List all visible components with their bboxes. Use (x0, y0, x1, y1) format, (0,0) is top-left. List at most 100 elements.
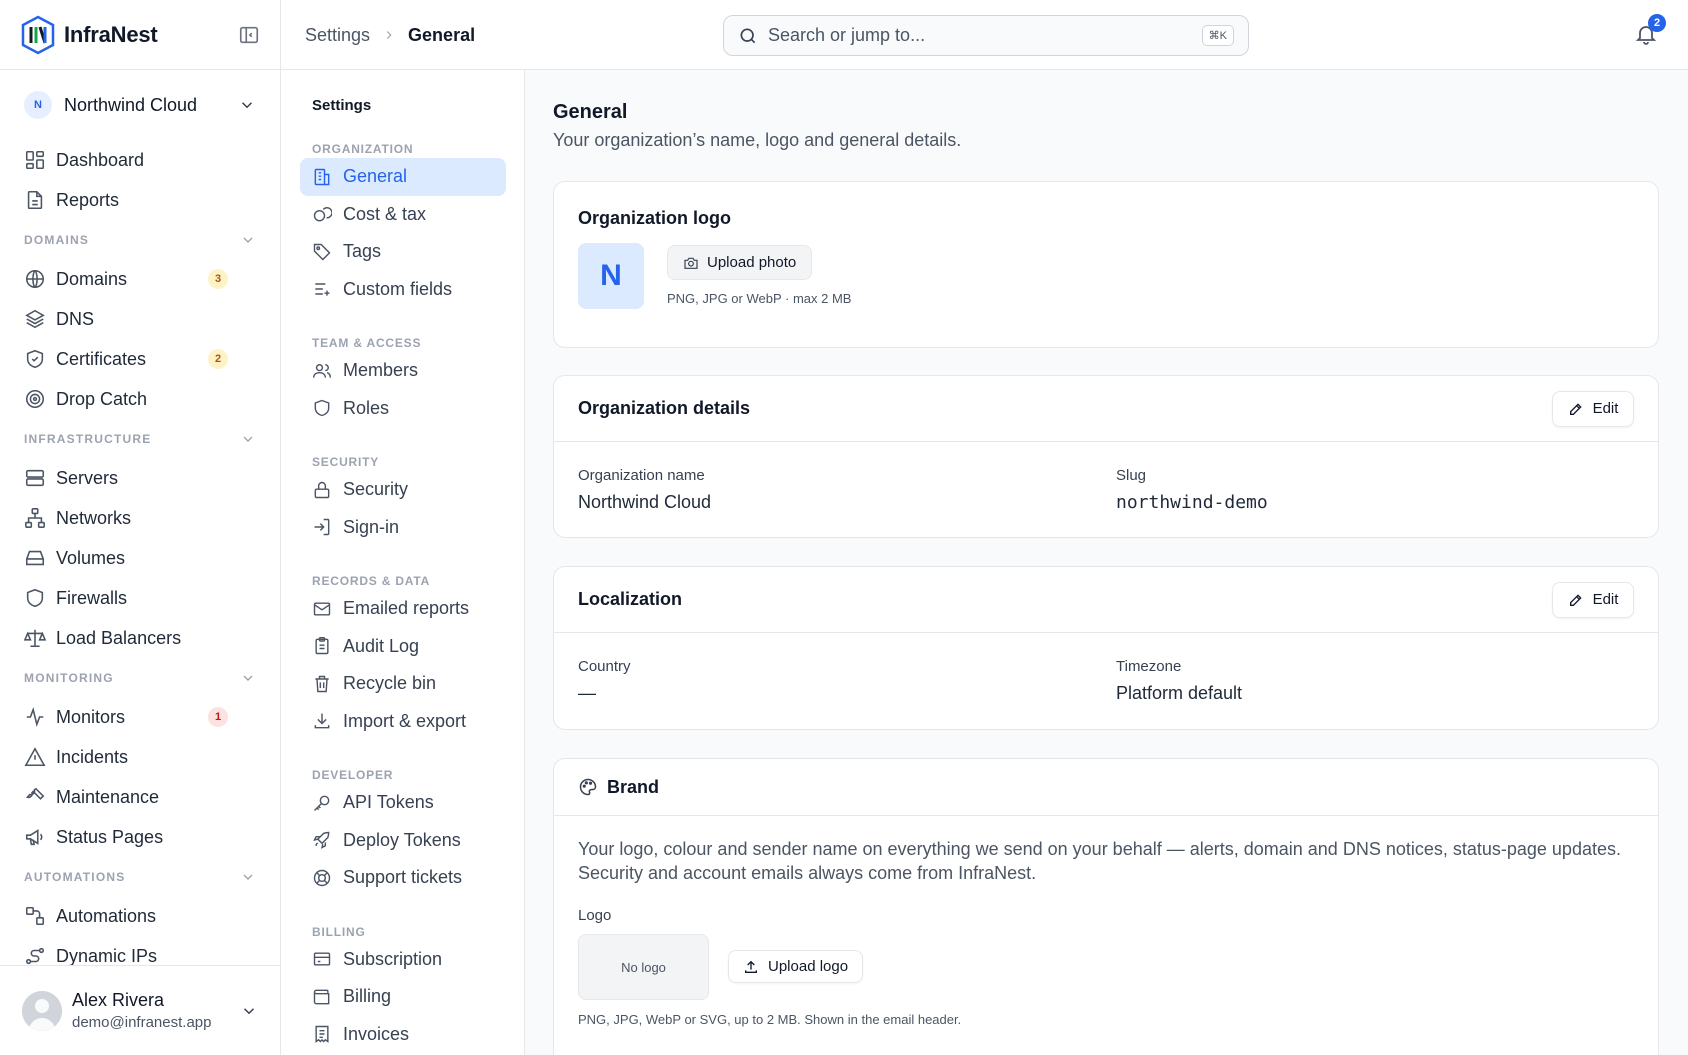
breadcrumb-settings[interactable]: Settings (305, 25, 370, 46)
key-icon (313, 795, 330, 811)
sidebar-item-firewalls[interactable]: Firewalls (0, 578, 280, 618)
credit-card-icon (313, 952, 331, 966)
shield-check-icon (26, 349, 44, 369)
activity-icon (26, 707, 44, 727)
org-switcher[interactable]: N Northwind Cloud (0, 70, 280, 140)
settings-section-label: ORGANIZATION (312, 142, 414, 156)
sidebar-item-label: Maintenance (56, 786, 160, 807)
settings-item-emailed-reports[interactable]: Emailed reports (300, 590, 506, 628)
sidebar-item-status-pages[interactable]: Status Pages (0, 817, 280, 857)
card-title: Brand (607, 776, 660, 797)
notification-badge: 2 (1648, 14, 1666, 32)
organization-details-card: Organization details Edit Organization n… (553, 375, 1659, 538)
section-infrastructure[interactable]: INFRASTRUCTURE (0, 419, 280, 458)
edit-details-button[interactable]: Edit (1552, 390, 1634, 427)
settings-item-support-tickets[interactable]: Support tickets (300, 859, 506, 897)
chevron-right-icon (386, 31, 392, 39)
search-placeholder: Search or jump to... (768, 25, 926, 45)
section-monitoring[interactable]: MONITORING (0, 658, 280, 697)
upload-photo-button[interactable]: Upload photo (667, 245, 813, 280)
field-value: Platform default (1116, 683, 1243, 703)
page-subtitle: Your organization’s name, logo and gener… (553, 130, 962, 150)
settings-item-label: Subscription (343, 948, 443, 969)
sidebar-item-dashboard[interactable]: Dashboard (0, 140, 280, 180)
upload-logo-button[interactable]: Upload logo (728, 950, 864, 983)
settings-item-sign-in[interactable]: Sign-in (300, 509, 506, 547)
lifebuoy-icon (313, 869, 331, 886)
chevron-down-icon (243, 237, 253, 243)
settings-item-deploy-tokens[interactable]: Deploy Tokens (300, 822, 506, 860)
search-input[interactable]: Search or jump to... ⌘K (723, 15, 1249, 56)
settings-item-general[interactable]: General (300, 158, 506, 196)
sidebar-item-domains[interactable]: Domains 3 (0, 259, 280, 299)
chevron-down-icon (243, 874, 253, 880)
count-badge: 1 (208, 707, 228, 727)
sidebar-item-automations[interactable]: Automations (0, 896, 280, 936)
sidebar-item-label: Dynamic IPs (56, 945, 158, 966)
breadcrumb-current: General (408, 24, 476, 45)
sidebar-item-maintenance[interactable]: Maintenance (0, 777, 280, 817)
card-title: Organization logo (578, 208, 731, 228)
sidebar-item-label: Certificates (56, 348, 147, 369)
slug-field: Slug northwind-demo (1116, 467, 1268, 513)
sidebar-item-dns[interactable]: DNS (0, 299, 280, 339)
count-badge: 2 (208, 349, 228, 369)
target-icon (25, 389, 45, 409)
sidebar-item-volumes[interactable]: Volumes (0, 538, 280, 578)
edit-label: Edit (1592, 591, 1619, 608)
settings-item-members[interactable]: Members (300, 352, 506, 390)
sidebar-item-incidents[interactable]: Incidents (0, 737, 280, 777)
section-label: INFRASTRUCTURE (24, 431, 152, 446)
sidebar-item-certificates[interactable]: Certificates 2 (0, 339, 280, 379)
card-title: Organization details (578, 398, 751, 418)
sidebar-item-label: Automations (56, 905, 157, 926)
settings-item-custom-fields[interactable]: Custom fields (300, 271, 506, 309)
tag-icon (313, 243, 331, 261)
user-menu[interactable]: Alex Rivera demo@infranest.app (0, 965, 280, 1055)
edit-localization-button[interactable]: Edit (1552, 581, 1634, 618)
search-shortcut: ⌘K (1201, 25, 1234, 46)
download-icon (314, 713, 330, 729)
collapse-sidebar-icon[interactable] (238, 24, 260, 46)
page-title: General (553, 101, 628, 123)
sidebar-nav: Dashboard Reports DOMAINS Domains 3 DNS … (0, 140, 280, 976)
sidebar-item-servers[interactable]: Servers (0, 458, 280, 498)
shield-icon (26, 588, 44, 608)
users-icon (312, 363, 332, 378)
settings-item-billing[interactable]: Billing (300, 978, 506, 1016)
settings-item-recycle-bin[interactable]: Recycle bin (300, 665, 506, 703)
section-domains[interactable]: DOMAINS (0, 220, 280, 259)
sidebar-item-drop-catch[interactable]: Drop Catch (0, 379, 280, 419)
settings-item-tags[interactable]: Tags (300, 233, 506, 271)
receipt-icon (315, 1026, 329, 1044)
settings-item-label: Tags (343, 241, 382, 262)
sidebar-item-load-balancers[interactable]: Load Balancers (0, 618, 280, 658)
sidebar-item-label: Volumes (56, 547, 126, 568)
settings-item-api-tokens[interactable]: API Tokens (300, 784, 506, 822)
warning-icon (24, 747, 46, 767)
settings-item-import-export[interactable]: Import & export (300, 703, 506, 741)
building-icon (314, 168, 330, 185)
settings-item-roles[interactable]: Roles (300, 390, 506, 428)
settings-item-label: Support tickets (343, 867, 463, 888)
logo-hint: PNG, JPG or WebP · max 2 MB (667, 291, 852, 306)
settings-item-audit-log[interactable]: Audit Log (300, 628, 506, 666)
brand-description-line: Your logo, colour and sender name on eve… (578, 839, 1621, 859)
chevron-down-icon (243, 675, 253, 681)
server-icon (25, 469, 45, 487)
section-automations[interactable]: AUTOMATIONS (0, 857, 280, 896)
settings-item-label: Members (343, 360, 419, 381)
brand-name: InfraNest (64, 21, 158, 47)
pencil-icon (1569, 402, 1582, 415)
settings-item-label: Cost & tax (343, 203, 427, 224)
settings-nav-title: Settings (312, 97, 372, 114)
scale-icon (24, 629, 46, 648)
settings-item-cost-tax[interactable]: Cost & tax (300, 196, 506, 234)
settings-item-invoices[interactable]: Invoices (300, 1016, 506, 1054)
sidebar-item-reports[interactable]: Reports (0, 180, 280, 220)
settings-item-security[interactable]: Security (300, 471, 506, 509)
sidebar-item-monitors[interactable]: Monitors 1 (0, 697, 280, 737)
settings-item-label: Emailed reports (343, 598, 470, 619)
sidebar-item-networks[interactable]: Networks (0, 498, 280, 538)
settings-item-subscription[interactable]: Subscription (300, 941, 506, 979)
